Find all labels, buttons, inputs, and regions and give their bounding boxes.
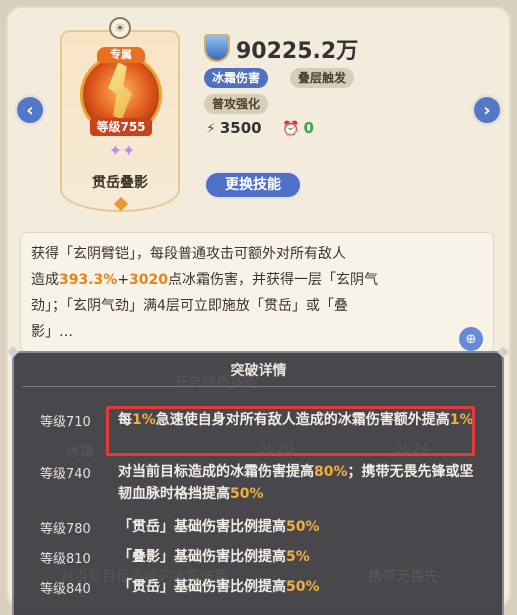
- row-level-740: 等级740: [40, 467, 91, 482]
- annotation-highlight-box: [106, 406, 475, 456]
- level-tag: 等级755: [90, 118, 152, 136]
- exclusive-tag: 专属: [97, 47, 145, 63]
- alarm-clock-icon: ⏰: [282, 121, 300, 137]
- next-arrow-button[interactable]: ›: [471, 94, 503, 126]
- energy-stat: ⚡ 3500: [206, 119, 262, 137]
- tag-stack-trigger: 叠层触发: [290, 68, 355, 88]
- row-level-810: 等级810: [40, 552, 91, 567]
- cooldown-stat: ⏰ 0: [282, 119, 314, 137]
- prev-arrow-button[interactable]: ‹: [14, 94, 46, 126]
- row-text-840: 「贯岳」基础伤害比例提高50%: [118, 579, 320, 595]
- cooldown-value: 0: [303, 119, 314, 137]
- row-text-810: 「叠影」基础伤害比例提高5%: [118, 549, 310, 565]
- popup-title: 突破详情: [230, 363, 287, 379]
- row-level-710: 等级710: [40, 415, 91, 430]
- ghost-left: 冰霜: [66, 444, 94, 460]
- star-rating: ✦✦: [108, 141, 136, 160]
- zoom-in-icon[interactable]: ⊕: [459, 327, 483, 351]
- row-text-740: 对当前目标造成的冰霜伤害提高80%；携带无畏先锋或坚韧血脉时格挡提高50%: [118, 464, 474, 502]
- lightning-icon: ⚡: [206, 121, 216, 137]
- tag-frost-damage: 冰霜伤害: [204, 68, 269, 88]
- desc-line-4: 影」…: [31, 324, 73, 340]
- skill-description: 获得「玄阴臂铠」，每段普通攻击可额外对所有敌人 造成393.3%+3020点冰霜…: [20, 232, 494, 352]
- desc-line-1: 获得「玄阴臂铠」，每段普通攻击可额外对所有敌人: [31, 246, 346, 262]
- ghost-title: 开启特质技能: [174, 375, 258, 391]
- sun-icon: ☀: [109, 17, 131, 39]
- change-skill-button[interactable]: 更换技能: [204, 171, 302, 199]
- row-text-780: 「贯岳」基础伤害比例提高50%: [118, 519, 320, 535]
- skill-name: 贯岳叠影: [92, 175, 148, 191]
- popup-divider: [22, 386, 496, 387]
- desc-line-3: 劲」；「玄阴气劲」满4层可立即施放「贯岳」或「叠: [31, 298, 348, 314]
- row-level-840: 等级840: [40, 582, 91, 597]
- power-value: 90225.2万: [236, 39, 359, 64]
- tag-basic-attack-boost: 普攻强化: [204, 94, 269, 114]
- chevron-left-icon: ‹: [26, 99, 34, 121]
- chevron-right-icon: ›: [483, 99, 491, 121]
- row-level-780: 等级780: [40, 522, 91, 537]
- desc-line-2: 造成393.3%+3020点冰霜伤害，并获得一层「玄阴气: [31, 272, 379, 288]
- shield-icon: [204, 34, 230, 62]
- energy-value: 3500: [219, 119, 262, 137]
